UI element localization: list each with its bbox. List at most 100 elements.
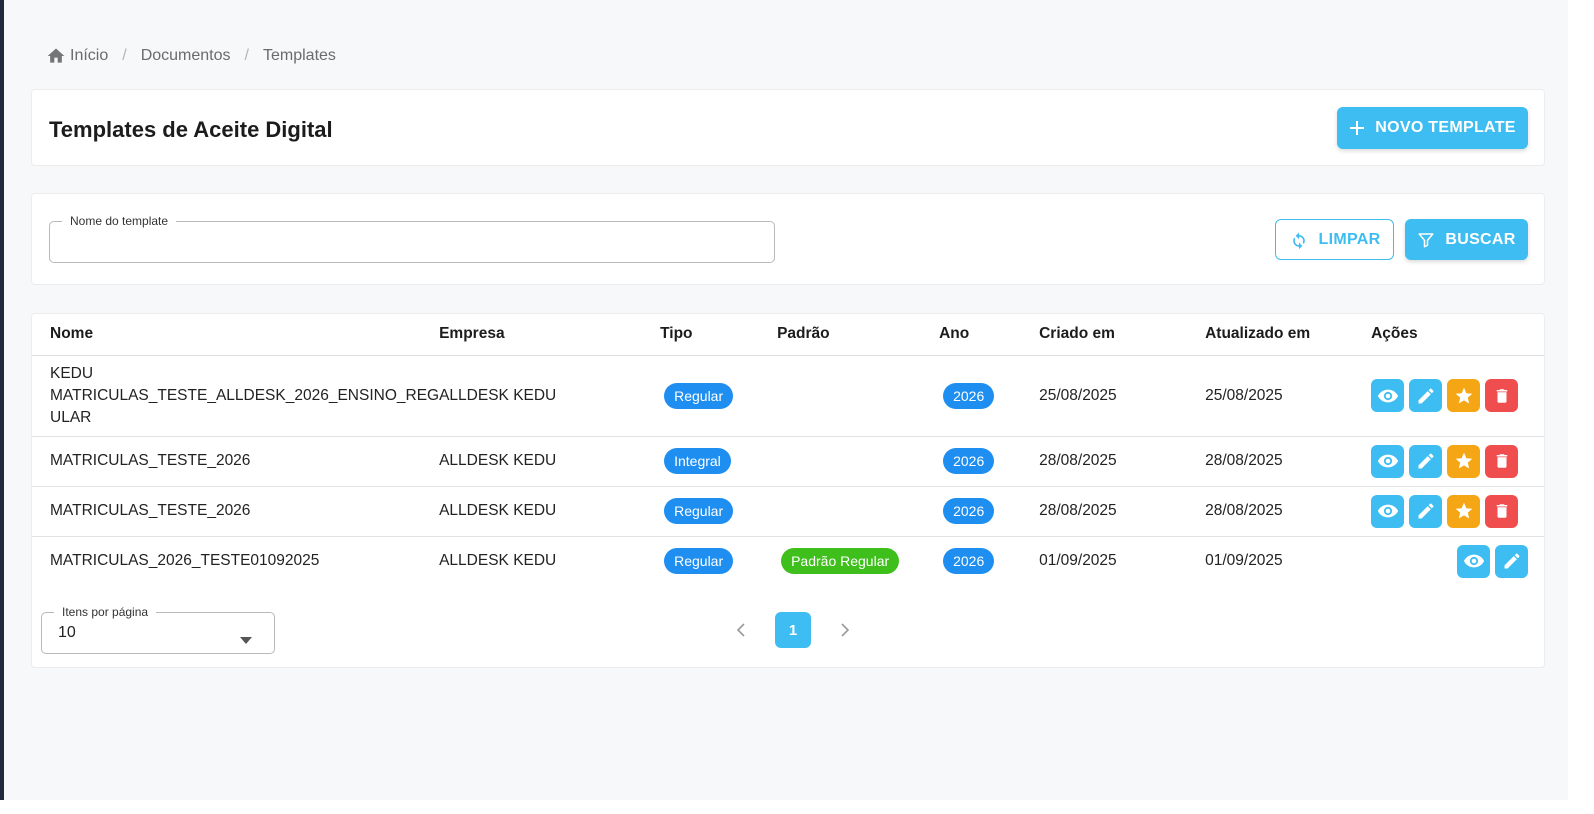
name-line: KEDU [50,364,94,382]
template-name-input[interactable] [50,222,774,262]
page-button-current[interactable]: 1 [775,612,811,648]
cell-criado: 25/08/2025 [1039,355,1206,437]
cell-nome: MATRICULAS_2026_TESTE01092025 [50,552,320,570]
edit-button[interactable] [1409,379,1443,412]
breadcrumb-separator: / [244,47,249,64]
filter-card: Nome do template LIMPAR BUSCAR [31,193,1545,285]
cell-ano: 2026 [939,436,1040,487]
star-icon [1455,452,1472,469]
refresh-icon [1289,230,1309,250]
table-row: MATRICULAS_2026_TESTE01092025 ALLDESK KE… [32,536,1544,586]
cell-atualizado: 01/09/2025 [1205,552,1283,570]
name-line: MATRICULAS_TESTE_ALLDESK_2026_ENSINO_REG [50,386,440,404]
view-button[interactable] [1457,544,1490,578]
cell-ano: 2026 [939,486,1040,537]
cell-acoes [1371,355,1544,437]
cell-tipo: Regular [660,536,777,586]
table-header-row: Nome Empresa Tipo Padrão Ano Criado em A… [32,314,1544,356]
tipo-chip: Regular [664,548,734,575]
home-icon[interactable] [46,46,66,66]
column-header-tipo[interactable]: Tipo [660,314,778,356]
pencil-icon [1418,453,1434,469]
cell-criado: 28/08/2025 [1039,436,1206,487]
items-per-page-label: Itens por página [54,605,157,619]
pencil-icon [1504,553,1520,569]
column-header-padrao[interactable]: Padrão [777,314,940,356]
search-button[interactable]: BUSCAR [1405,219,1528,260]
cell-acoes [1371,486,1544,537]
breadcrumb: Início / Documentos / Templates [46,44,336,68]
set-default-button[interactable] [1447,379,1481,412]
edit-button[interactable] [1409,494,1443,528]
cell-empresa: ALLDESK KEDU [439,486,661,537]
cell-atualizado: 28/08/2025 [1205,436,1372,487]
column-header-empresa[interactable]: Empresa [439,314,661,356]
tipo-chip: Regular [664,498,734,524]
set-default-button[interactable] [1447,444,1481,478]
breadcrumb-home[interactable]: Início [70,47,108,65]
cell-nome: MATRICULAS_TESTE_2026 [32,436,440,487]
cell-padrao: Padrão Regular [777,536,939,586]
cell-criado: 28/08/2025 [1039,486,1206,537]
tipo-chip: Integral [664,448,731,474]
cell-tipo: Integral [660,436,778,487]
trash-icon [1496,388,1507,403]
cell-ano: 2026 [939,355,1040,437]
page-title: Templates de Aceite Digital [49,117,333,142]
plus-icon [1349,120,1365,136]
cell-ano: 2026 [939,536,1039,586]
ano-chip: 2026 [943,382,995,409]
templates-table-card: Nome Empresa Tipo Padrão Ano Criado em A… [31,313,1545,668]
templates-table: Nome Empresa Tipo Padrão Ano Criado em A… [32,314,1544,586]
eye-icon [1377,504,1398,518]
delete-button[interactable] [1485,444,1519,478]
template-name-field: Nome do template [49,214,775,263]
trash-icon [1496,504,1507,518]
star-icon [1455,502,1472,519]
column-header-criado[interactable]: Criado em [1039,314,1206,356]
name-line: ULAR [50,408,92,426]
page-background: Início / Documentos / Templates Template… [4,0,1568,800]
cell-atualizado: 25/08/2025 [1205,355,1372,437]
eye-icon [1463,554,1484,568]
pagination: 1 [727,612,859,648]
cell-tipo: Regular [660,355,778,437]
new-template-button[interactable]: NOVO TEMPLATE [1337,107,1528,149]
cell-criado: 01/09/2025 [1039,552,1117,570]
cell-acoes [1371,436,1544,487]
search-label: BUSCAR [1445,230,1516,248]
cell-acoes [1371,536,1544,586]
chevron-right-icon[interactable] [831,616,859,644]
chevron-left-icon[interactable] [727,616,755,644]
padrao-chip: Padrão Regular [781,548,900,575]
delete-button[interactable] [1485,379,1519,412]
items-per-page-select[interactable]: Itens por página 10 [41,605,275,654]
clear-button[interactable]: LIMPAR [1275,219,1394,260]
cell-nome: MATRICULAS_TESTE_2026 [32,486,440,537]
cell-empresa: ALLDESK KEDU [439,552,557,570]
window-edge [1568,0,1594,814]
pencil-icon [1418,387,1434,403]
view-button[interactable] [1371,379,1405,412]
eye-icon [1377,454,1398,468]
clear-label: LIMPAR [1318,230,1381,248]
view-button[interactable] [1371,494,1405,528]
cell-nome: KEDU MATRICULAS_TESTE_ALLDESK_2026_ENSIN… [32,355,440,437]
column-header-nome[interactable]: Nome [32,314,440,356]
column-header-acoes: Ações [1371,314,1544,356]
breadcrumb-documentos[interactable]: Documentos [141,47,231,65]
view-button[interactable] [1371,444,1405,478]
cell-padrao [777,355,940,437]
delete-button[interactable] [1485,494,1519,528]
ano-chip: 2026 [943,498,995,524]
column-header-ano[interactable]: Ano [939,314,1040,356]
trash-icon [1496,454,1507,468]
pencil-icon [1418,503,1434,519]
edit-button[interactable] [1495,544,1528,578]
cell-padrao [777,486,940,537]
ano-chip: 2026 [943,448,995,474]
set-default-button[interactable] [1447,494,1481,528]
tipo-chip: Regular [664,382,734,409]
edit-button[interactable] [1409,444,1443,478]
column-header-atualizado[interactable]: Atualizado em [1205,314,1372,356]
